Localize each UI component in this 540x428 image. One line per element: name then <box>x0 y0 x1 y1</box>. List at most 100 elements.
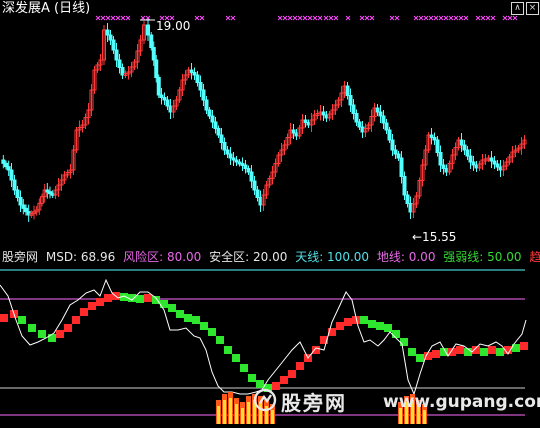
bull-block <box>488 346 496 354</box>
flame-core <box>235 404 238 424</box>
candle-body <box>9 169 14 181</box>
watermark-url: www.gupang.com <box>383 392 540 412</box>
chevron-up-icon: ∧ <box>514 3 521 13</box>
bear-block <box>496 348 504 356</box>
marker <box>230 15 236 21</box>
bear-block <box>48 334 56 342</box>
marker <box>433 15 439 21</box>
marker <box>302 15 308 21</box>
marker <box>502 15 508 21</box>
marker <box>282 15 288 21</box>
candle-body <box>384 122 389 131</box>
bear-block <box>208 328 216 336</box>
flame-core <box>229 398 232 424</box>
bear-block <box>416 354 424 362</box>
marker <box>345 15 351 21</box>
candle-body <box>348 95 353 106</box>
bear-block <box>128 294 136 302</box>
bull-block <box>88 302 96 310</box>
chart-window: 19.00 ←15.55 深发展A (日线) ∧ × 股旁网 MSD: 68.96… <box>0 0 540 424</box>
candle-body <box>435 139 440 153</box>
legend-risk-zone: 风险区: 80.00 <box>123 250 202 264</box>
marker <box>485 15 491 21</box>
marker <box>413 15 419 21</box>
marker <box>453 15 459 21</box>
bear-block <box>360 316 368 324</box>
bear-block <box>168 304 176 312</box>
legend-strength-line: 强弱线: 50.00 <box>443 250 522 264</box>
candle-body <box>252 180 257 191</box>
watermark: 股旁网 www.gupang.com <box>253 386 540 422</box>
collapse-up-button[interactable]: ∧ <box>511 2 524 15</box>
flame-core <box>217 406 220 424</box>
close-icon: × <box>528 3 537 13</box>
bull-block <box>456 346 464 354</box>
legend-trend-signal: 趋势信 <box>529 250 540 264</box>
bear-block <box>248 374 256 382</box>
marker <box>490 15 496 21</box>
candle-body <box>24 207 28 213</box>
candle-body <box>375 107 380 113</box>
marker <box>448 15 454 21</box>
bull-block <box>72 316 80 324</box>
candle-body <box>213 121 218 129</box>
marker <box>100 15 106 21</box>
bear-block <box>200 322 208 330</box>
indicator-legend: 股旁网 MSD: 68.96 风险区: 80.00 安全区: 20.00 天线:… <box>2 250 540 264</box>
bear-block <box>184 314 192 322</box>
gupang-logo-icon <box>253 388 277 412</box>
candle-body <box>154 59 159 78</box>
bull-block <box>0 314 8 322</box>
candle-body <box>354 113 359 123</box>
marker <box>443 15 449 21</box>
marker <box>364 15 370 21</box>
candle-body <box>465 149 470 157</box>
candle-body <box>18 197 23 206</box>
marker <box>297 15 303 21</box>
candle-body <box>222 142 227 151</box>
bull-block <box>288 370 296 378</box>
candle-body <box>399 157 404 177</box>
marker <box>394 15 400 21</box>
marker <box>423 15 429 21</box>
marker <box>287 15 293 21</box>
candle-body <box>21 204 26 209</box>
chart-canvas[interactable]: 19.00 ←15.55 <box>0 0 540 424</box>
candle-body <box>246 168 251 173</box>
candle-body <box>468 155 473 163</box>
candle-body <box>195 74 200 83</box>
marker <box>307 15 313 21</box>
bull-block <box>432 350 440 358</box>
marker <box>317 15 323 21</box>
bear-block <box>368 320 376 328</box>
high-price-label: 19.00 <box>156 19 190 33</box>
marker <box>458 15 464 21</box>
bear-block <box>192 316 200 324</box>
bull-block <box>296 362 304 370</box>
marker <box>95 15 101 21</box>
legend-msd: MSD: 68.96 <box>45 250 116 264</box>
candle-body <box>393 149 398 155</box>
candle-body <box>146 24 150 36</box>
indicator-name[interactable]: 股旁网 <box>2 250 38 264</box>
candle-body <box>351 104 356 114</box>
candle-body <box>378 111 383 117</box>
candle-body <box>225 149 230 155</box>
candle-body <box>108 34 113 41</box>
close-button[interactable]: × <box>526 2 539 15</box>
bear-block <box>376 322 384 330</box>
candle-body <box>345 85 350 96</box>
bull-block <box>520 342 528 350</box>
bear-block <box>38 330 46 338</box>
candle-body <box>198 82 203 91</box>
bear-block <box>176 310 184 318</box>
candle-body <box>249 171 254 182</box>
marker <box>292 15 298 21</box>
marker <box>312 15 318 21</box>
candle-body <box>204 99 209 111</box>
bull-block <box>144 294 152 302</box>
candle-body <box>117 59 122 68</box>
legend-sky-line: 天线: 100.00 <box>295 250 370 264</box>
bull-block <box>312 346 320 354</box>
bear-block <box>392 330 400 338</box>
